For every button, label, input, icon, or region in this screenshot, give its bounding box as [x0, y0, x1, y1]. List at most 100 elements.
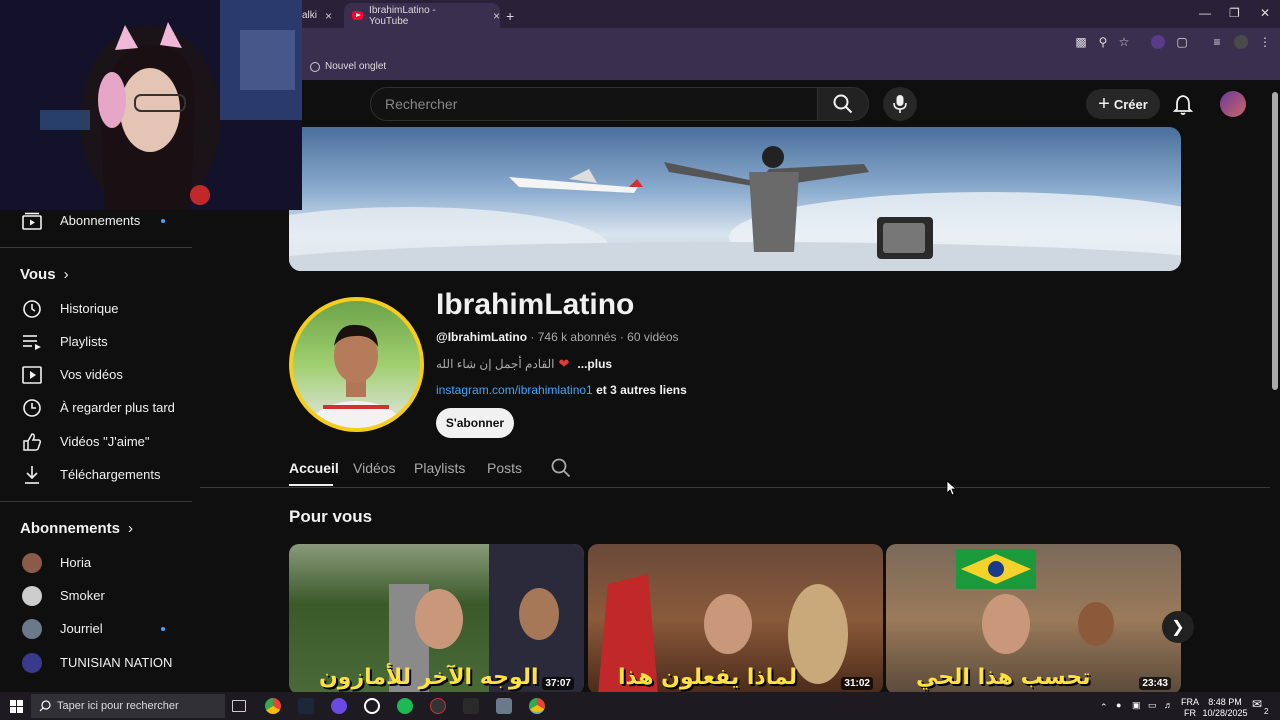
chevron-right-icon: › [128, 520, 134, 537]
tab-youtube[interactable]: IbrahimLatino - YouTube × [344, 3, 500, 28]
chrome-active-icon[interactable] [529, 698, 545, 714]
tab-playlists[interactable]: Playlists [414, 460, 465, 476]
thumbnail-caption: الوجه الآخر للأمازون [319, 665, 539, 690]
windows-start-icon[interactable] [10, 700, 23, 713]
tray-chevron-icon[interactable]: ⌃ [1100, 702, 1108, 713]
sidebar-item-your-videos[interactable]: Vos vidéos [0, 358, 192, 391]
app-icon[interactable] [364, 698, 380, 714]
webcam-overlay [0, 0, 302, 210]
star-icon[interactable]: ☆ [1117, 35, 1131, 49]
subscribe-button[interactable]: S'abonner [436, 408, 514, 438]
video-count: 60 vidéos [627, 330, 679, 344]
video-duration: 31:02 [841, 677, 873, 690]
video-duration: 37:07 [542, 677, 574, 690]
sidebar-item-label: Téléchargements [60, 467, 161, 482]
account-avatar[interactable] [1220, 91, 1246, 117]
chevron-right-icon: › [63, 266, 69, 283]
search-button[interactable] [817, 87, 869, 121]
tab-home[interactable]: Accueil [289, 460, 339, 476]
language-indicator[interactable]: FRA FR [1179, 697, 1201, 719]
taskbar-search-icon [39, 700, 51, 712]
bookmark-new-tab[interactable]: Nouvel onglet [310, 61, 386, 72]
new-content-dot [161, 627, 165, 631]
more-link[interactable]: ...plus [577, 357, 612, 371]
tab-close-icon[interactable]: × [493, 9, 500, 23]
clock-date: 10/28/2025 [1202, 708, 1248, 718]
other-links[interactable]: et 3 autres liens [596, 383, 687, 397]
channel-avatar[interactable] [289, 297, 424, 432]
steam-icon[interactable] [298, 698, 314, 714]
taskbar-search-input[interactable]: Taper ici pour rechercher [31, 694, 225, 718]
tab-posts[interactable]: Posts [487, 460, 522, 476]
notifications-bell-icon[interactable] [1172, 94, 1194, 116]
sidebar-you-heading[interactable]: Vous › [20, 266, 69, 283]
sidebar-item-playlists[interactable]: Playlists [0, 325, 192, 358]
puzzle-icon[interactable]: ▢ [1175, 35, 1189, 49]
globe-icon [310, 61, 320, 72]
sidebar-item-watch-later[interactable]: À regarder plus tard [0, 391, 192, 424]
video-thumbnail[interactable]: تحسب هذا الحي 23:43 [886, 544, 1181, 694]
spotify-icon[interactable] [397, 698, 413, 714]
channel-links: instagram.com/ibrahimlatino1 et 3 autres… [436, 383, 687, 397]
chrome-icon[interactable] [265, 698, 281, 714]
active-tab-indicator [289, 484, 333, 486]
channel-avatar-icon [22, 618, 42, 639]
cast-icon[interactable]: ▩ [1074, 35, 1088, 49]
instagram-link[interactable]: instagram.com/ibrahimlatino1 [436, 383, 593, 397]
menu-icon[interactable]: ⋮ [1258, 35, 1272, 49]
app-icon[interactable] [496, 698, 512, 714]
subscription-item[interactable]: TUNISIAN NATION [0, 646, 192, 679]
app-icon[interactable] [463, 698, 479, 714]
network-icon[interactable]: ▣ [1132, 700, 1141, 711]
clock[interactable]: 8:48 PM 10/28/2025 [1202, 697, 1248, 719]
search-input[interactable]: Rechercher [370, 87, 818, 121]
sidebar-item-label: Playlists [60, 334, 108, 349]
microphone-tray-icon[interactable]: ● [1116, 700, 1121, 711]
task-view-icon[interactable] [232, 700, 246, 712]
scrollbar-thumb[interactable] [1272, 92, 1278, 390]
video-thumbnail[interactable]: الوجه الآخر للأمازون 37:07 [289, 544, 584, 694]
tab-youtube-label: IbrahimLatino - YouTube [369, 4, 436, 27]
channel-search-icon[interactable] [551, 458, 571, 478]
carousel-next-button[interactable]: ❯ [1162, 611, 1194, 643]
subscription-item[interactable]: Smoker [0, 579, 192, 612]
app-icon[interactable] [331, 698, 347, 714]
window-close-icon[interactable]: ✕ [1260, 6, 1270, 20]
tab-close-icon[interactable]: × [325, 9, 332, 23]
new-tab-button[interactable]: + [506, 3, 514, 28]
sidebar-item-history[interactable]: Historique [0, 292, 192, 325]
minimize-icon[interactable]: — [1199, 6, 1211, 20]
create-label: Créer [1113, 96, 1148, 112]
watch-later-icon [20, 398, 44, 418]
subscription-item[interactable]: Horia [0, 546, 192, 579]
tab-previous[interactable]: alki × [302, 3, 342, 28]
create-button[interactable]: + Créer [1086, 89, 1160, 119]
volume-icon[interactable]: ♬ [1164, 700, 1173, 711]
sidebar-item-label: Vos vidéos [60, 367, 123, 382]
tab-previous-label: alki [302, 10, 318, 21]
app-icon[interactable] [430, 698, 446, 714]
voice-search-button[interactable] [883, 87, 917, 121]
thumbnail-caption: لماذا يفعلون هذا [618, 665, 797, 690]
profile-icon[interactable] [1234, 35, 1248, 49]
notifications-icon[interactable]: ✉ [1252, 698, 1262, 710]
download-icon [20, 465, 44, 485]
sidebar-divider [0, 247, 192, 248]
channel-description[interactable]: القادم أجمل إن شاء الله ❤ ...plus [436, 356, 612, 372]
extension-icon[interactable] [1151, 35, 1165, 49]
sidebar-item-downloads[interactable]: Téléchargements [0, 458, 192, 491]
sidebar-subscriptions-heading[interactable]: Abonnements › [20, 520, 133, 537]
video-thumbnail[interactable]: لماذا يفعلون هذا 31:02 [588, 544, 883, 694]
subscription-label: Horia [60, 555, 92, 570]
sidebar-item-label: Historique [60, 301, 119, 316]
notification-count: 2 [1264, 707, 1269, 716]
battery-icon[interactable]: ▭ [1148, 700, 1157, 711]
banner-image [289, 146, 1181, 271]
media-icon[interactable]: ≡ [1210, 35, 1224, 49]
sidebar-item-liked-videos[interactable]: Vidéos "J'aime" [0, 425, 192, 458]
channel-avatar-icon [22, 585, 42, 606]
bookmark-label: Nouvel onglet [325, 61, 387, 72]
tab-videos[interactable]: Vidéos [353, 460, 396, 476]
zoom-icon[interactable]: ⚲ [1096, 35, 1110, 49]
restore-icon[interactable]: ❐ [1229, 6, 1240, 20]
